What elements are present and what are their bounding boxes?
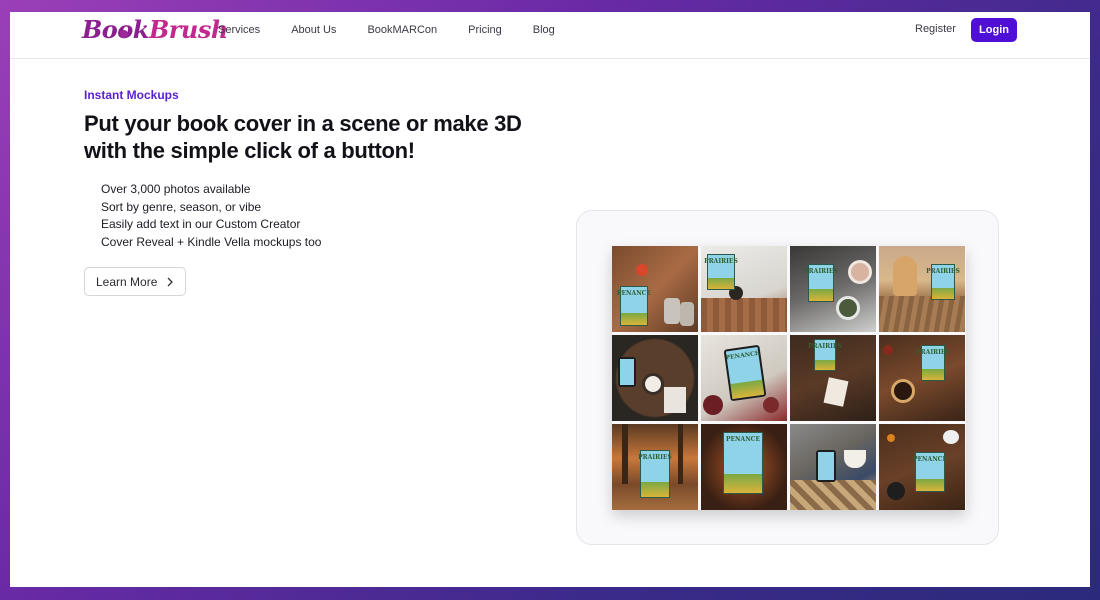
learn-more-label: Learn More [96, 274, 158, 289]
nav-links: Services About Us BookMARCon Pricing Blo… [218, 12, 586, 48]
book-cover-mockup: PRAIRIES [916, 345, 950, 381]
learn-more-button[interactable]: Learn More [84, 267, 186, 296]
mockup-image[interactable]: PRAIRIES [612, 424, 698, 510]
mockup-image[interactable]: PENANCE [612, 246, 698, 332]
mockup-image[interactable] [612, 335, 698, 421]
mockup-image-grid: PENANCE PRAIRIES PRAIRIES PRAIRIES PENAN… [612, 246, 966, 510]
hero-headline: Put your book cover in a scene or make 3… [84, 111, 522, 163]
browser-page: BookBrush Services About Us BookMARCon P… [10, 12, 1090, 587]
nav-link-about-us[interactable]: About Us [291, 24, 336, 36]
book-cover-mockup: PENANCE [912, 452, 948, 492]
book-cover-mockup: PRAIRIES [804, 264, 838, 302]
nav-link-blog[interactable]: Blog [533, 24, 555, 36]
logo-text-brush: Brush [148, 15, 228, 44]
paint-splat-icon [120, 30, 128, 38]
book-cover-mockup: PENANCE [723, 432, 763, 494]
tablet-mockup [816, 450, 836, 482]
book-cover-mockup: PRAIRIES [808, 339, 842, 371]
mockup-image[interactable]: PRAIRIES [790, 246, 876, 332]
feature-list: Over 3,000 photos available Sort by genr… [101, 181, 321, 251]
tablet-mockup [618, 357, 636, 387]
mockup-image[interactable]: PENANCE [701, 335, 787, 421]
top-navigation: BookBrush Services About Us BookMARCon P… [10, 12, 1090, 59]
chevron-right-icon [167, 277, 174, 286]
mockup-image[interactable]: PRAIRIES [790, 335, 876, 421]
nav-link-services[interactable]: Services [218, 24, 260, 36]
cover-title: PRAIRIES [926, 268, 960, 275]
tablet-mockup: PENANCE [723, 344, 767, 402]
cover-title: PRAIRIES [638, 454, 672, 461]
feature-item: Sort by genre, season, or vibe [101, 199, 262, 214]
cover-title: PRAIRIES [804, 268, 838, 275]
feature-item: Over 3,000 photos available [101, 182, 251, 196]
book-cover-mockup: PRAIRIES [926, 264, 960, 300]
login-button[interactable]: Login [971, 18, 1017, 42]
mockup-preview-card: PENANCE PRAIRIES PRAIRIES PRAIRIES PENAN… [576, 210, 999, 545]
logo-text-book: Book [82, 15, 149, 44]
cover-title: PRAIRIES [808, 343, 842, 350]
mockup-image[interactable] [790, 424, 876, 510]
cover-title: PENANCE [912, 456, 948, 463]
cover-title: PENANCE [725, 436, 761, 443]
book-cover-mockup: PENANCE [725, 347, 765, 399]
cover-title: PRAIRIES [704, 258, 738, 265]
mockup-image[interactable]: PENANCE [879, 424, 965, 510]
book-cover-mockup: PRAIRIES [704, 254, 738, 290]
cover-title: PRAIRIES [916, 349, 950, 356]
mockup-image[interactable]: PRAIRIES [701, 246, 787, 332]
section-eyebrow: Instant Mockups [84, 88, 179, 102]
feature-item: Cover Reveal + Kindle Vella mockups too [101, 234, 322, 249]
cover-title: PENANCE [616, 290, 652, 297]
book-cover-mockup: PRAIRIES [638, 450, 672, 498]
nav-link-bookmarcon[interactable]: BookMARCon [367, 24, 437, 36]
mockup-image[interactable]: PENANCE [701, 424, 787, 510]
cover-title: PENANCE [725, 349, 760, 362]
bookbrush-logo[interactable]: BookBrush [82, 12, 228, 48]
book-cover-mockup: PENANCE [616, 286, 652, 326]
mockup-image[interactable]: PRAIRIES [879, 246, 965, 332]
nav-link-pricing[interactable]: Pricing [468, 24, 502, 36]
mockup-image[interactable]: PRAIRIES [879, 335, 965, 421]
register-link[interactable]: Register [915, 23, 956, 35]
feature-item: Easily add text in our Custom Creator [101, 217, 301, 232]
